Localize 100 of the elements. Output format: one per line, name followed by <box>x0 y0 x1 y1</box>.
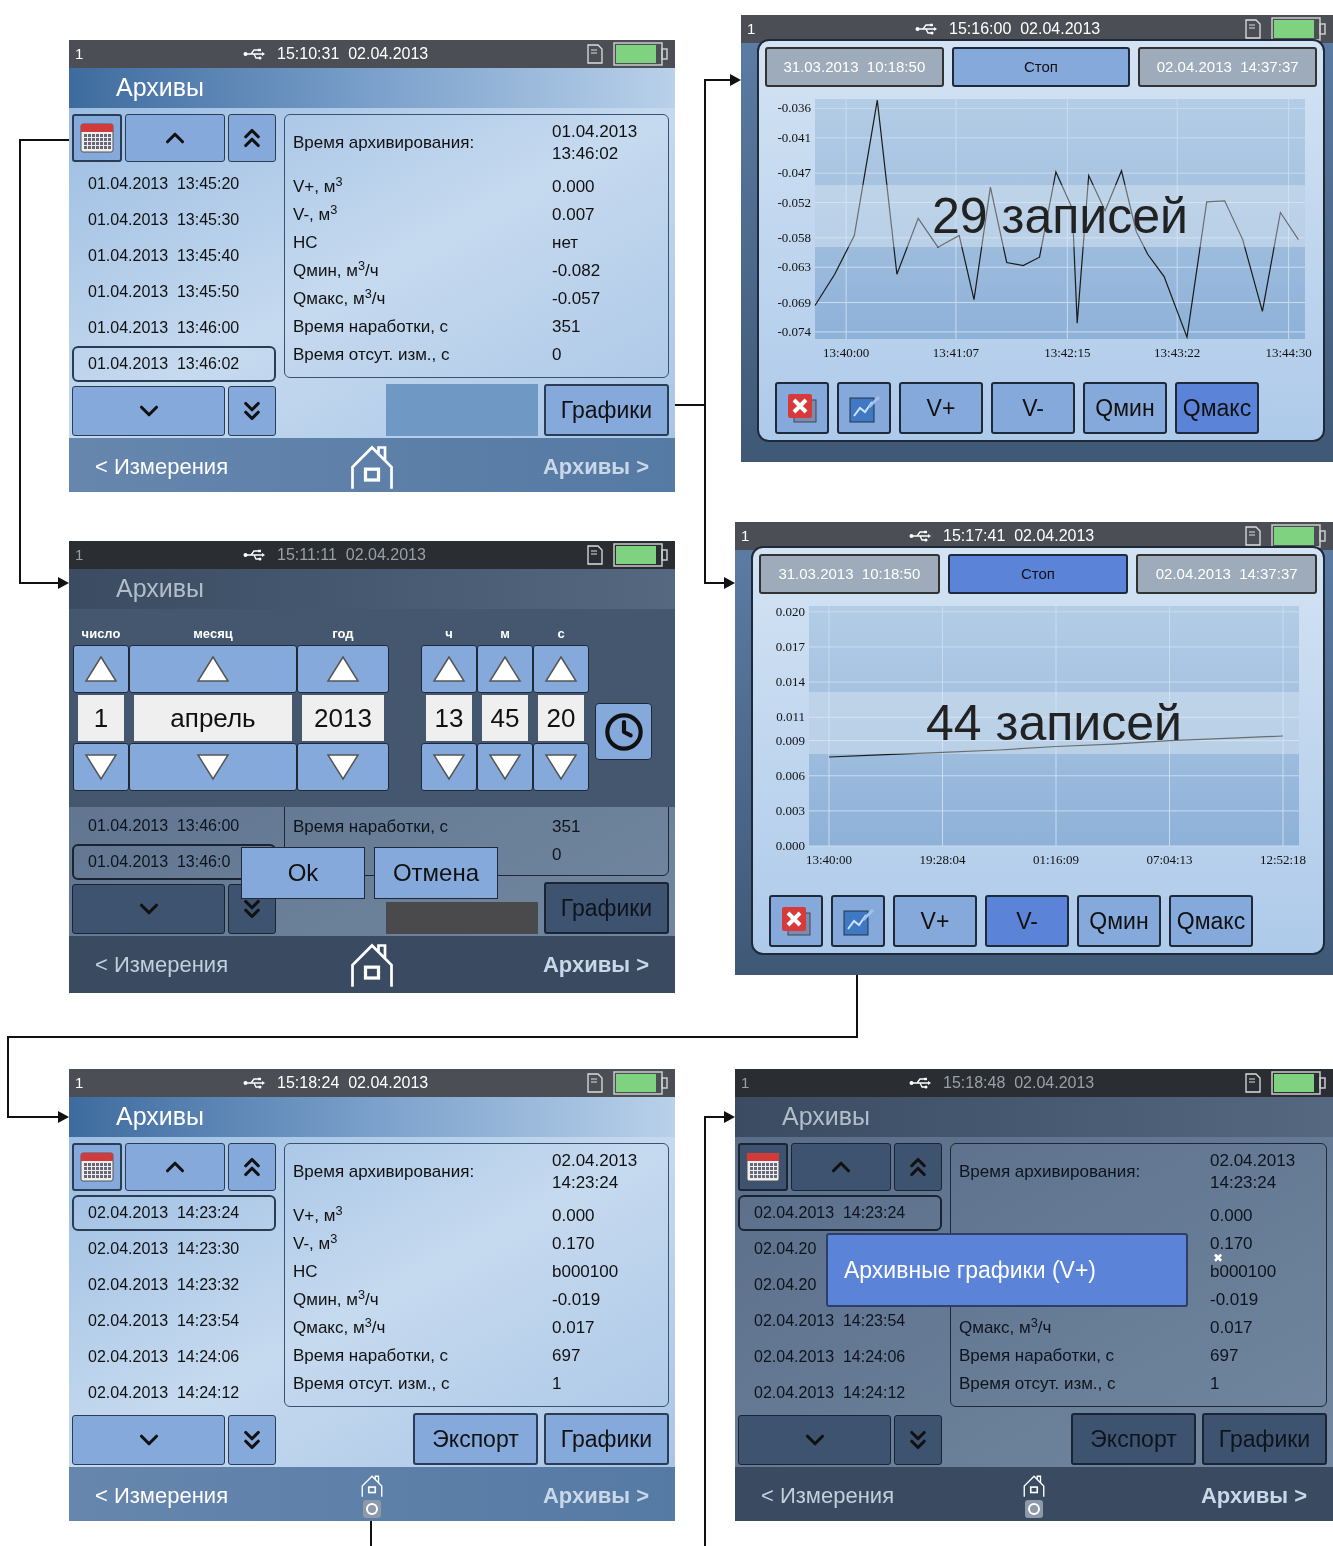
record-row[interactable]: 01.04.2013 13:45:30 <box>72 202 246 238</box>
scroll-down-button[interactable] <box>72 386 225 436</box>
value-field[interactable]: 1 <box>78 695 124 741</box>
back-link[interactable]: < Измерения <box>761 1479 943 1512</box>
record-row[interactable]: 02.04.2013 14:23:24 <box>72 1195 276 1231</box>
scroll-up-button[interactable] <box>125 1143 225 1191</box>
record-row[interactable]: 02.04.2013 14:24:12 <box>738 1375 912 1411</box>
series-button[interactable]: V+ <box>893 895 977 947</box>
series-button[interactable]: V- <box>991 382 1075 434</box>
decrement-button[interactable] <box>533 743 589 791</box>
back-link[interactable]: < Измерения <box>95 948 280 981</box>
axis-tick-label: 13:40:00 <box>823 345 870 360</box>
battery-icon <box>613 42 669 66</box>
action-button[interactable]: Графики <box>544 384 669 436</box>
screen-title: Архивы <box>116 573 204 605</box>
back-link[interactable]: < Измерения <box>95 450 280 483</box>
record-row[interactable]: 01.04.2013 13:46:00 <box>72 310 246 346</box>
edit-button[interactable] <box>831 895 885 947</box>
page-down-button[interactable] <box>228 386 276 436</box>
increment-button[interactable] <box>297 645 389 693</box>
page-down-button[interactable] <box>228 1415 276 1465</box>
calendar-button[interactable] <box>72 114 122 162</box>
value-field[interactable]: 2013 <box>302 695 384 741</box>
channel-number: 1 <box>75 544 85 565</box>
battery-icon <box>1271 1071 1327 1095</box>
record-row[interactable]: 02.04.2013 14:23:24 <box>738 1195 942 1231</box>
record-row[interactable]: 01.04.2013 13:45:40 <box>72 238 246 274</box>
decrement-button[interactable] <box>129 743 297 791</box>
detail-label: V-, м$^{3}$ <box>293 1234 338 1254</box>
memory-card-icon <box>587 545 603 565</box>
usb-icon <box>243 48 265 60</box>
record-row[interactable]: 02.04.2013 14:23:54 <box>72 1303 246 1339</box>
record-row[interactable]: 01.04.2013 13:45:50 <box>72 274 246 310</box>
record-row[interactable]: 02.04.2013 14:24:06 <box>72 1339 246 1375</box>
increment-button[interactable] <box>477 645 533 693</box>
battery-icon <box>613 543 669 567</box>
detail-value: b000100 <box>1210 1262 1278 1284</box>
record-row[interactable]: 01.04.2013 13:46:00 <box>72 808 246 844</box>
detail-value: 0.000 <box>1210 1205 1254 1228</box>
scroll-down-button[interactable] <box>72 1415 225 1465</box>
detail-label: Qмакс, м$^{3}$/ч <box>293 289 386 309</box>
action-button[interactable]: Экспорт <box>413 1413 538 1465</box>
decrement-button[interactable] <box>297 743 389 791</box>
increment-button[interactable] <box>129 645 297 693</box>
detail-value: нет <box>552 232 580 255</box>
value-field[interactable]: 20 <box>538 695 584 741</box>
field-label: м <box>499 625 511 643</box>
stop-button[interactable]: Стоп <box>951 47 1131 87</box>
memory-card-icon <box>587 44 603 64</box>
record-row[interactable]: 01.04.2013 13:46:02 <box>72 346 276 382</box>
clock-text: 15:11:11 02.04.2013 <box>277 545 426 565</box>
series-button[interactable]: Qмин <box>1077 895 1161 947</box>
triangle-up-icon <box>432 655 466 683</box>
action-button[interactable]: Графики <box>544 1413 669 1465</box>
triangle-down-icon <box>432 753 466 781</box>
triangle-up-icon <box>196 655 230 683</box>
screen-title: Архивы <box>116 72 204 104</box>
delete-button[interactable] <box>775 382 829 434</box>
record-row[interactable]: 02.04.2013 14:23:30 <box>72 1231 246 1267</box>
record-row[interactable]: 02.04.2013 14:24:06 <box>738 1339 912 1375</box>
dialog-button[interactable]: Отмена <box>374 847 498 899</box>
decrement-button[interactable] <box>73 743 129 791</box>
detail-value: 0.170 <box>552 1233 596 1256</box>
record-row[interactable]: 02.04.20 <box>738 1231 823 1267</box>
record-row[interactable]: 02.04.2013 14:24:12 <box>72 1375 246 1411</box>
page-up-button[interactable] <box>228 114 276 162</box>
delete-button[interactable] <box>769 895 823 947</box>
decrement-button[interactable] <box>421 743 477 791</box>
field-label: год <box>331 625 355 643</box>
clock-button[interactable] <box>595 703 652 760</box>
close-button[interactable]: ✖ <box>1213 1252 1223 1264</box>
edit-button[interactable] <box>837 382 891 434</box>
value-field[interactable]: 45 <box>482 695 528 741</box>
page-up-button[interactable] <box>228 1143 276 1191</box>
decrement-button[interactable] <box>477 743 533 791</box>
channel-number: 1 <box>75 43 85 64</box>
axis-tick-label: 07:04:13 <box>1146 852 1193 867</box>
increment-button[interactable] <box>533 645 589 693</box>
increment-button[interactable] <box>421 645 477 693</box>
dialog-button[interactable]: Ok <box>241 847 365 899</box>
scroll-up-button[interactable] <box>125 114 225 162</box>
delete-icon <box>780 905 812 937</box>
series-button[interactable]: Qмакс <box>1169 895 1253 947</box>
detail-value: 697 <box>552 1345 582 1368</box>
record-row[interactable]: 01.04.2013 13:45:20 <box>72 166 246 202</box>
increment-button[interactable] <box>73 645 129 693</box>
record-row[interactable]: 02.04.20 <box>738 1267 823 1303</box>
series-button[interactable]: Qмакс <box>1175 382 1259 434</box>
axis-tick-label: -0.041 <box>777 129 811 145</box>
record-row[interactable]: 02.04.2013 14:23:32 <box>72 1267 246 1303</box>
value-field[interactable]: апрель <box>134 695 292 741</box>
clock-text: 15:17:41 02.04.2013 <box>943 526 1095 546</box>
back-link[interactable]: < Измерения <box>95 1479 280 1512</box>
calendar-button[interactable] <box>738 1143 788 1191</box>
series-button[interactable]: V+ <box>899 382 983 434</box>
calendar-button[interactable] <box>72 1143 122 1191</box>
stop-button[interactable]: Стоп <box>947 554 1129 594</box>
series-button[interactable]: V- <box>985 895 1069 947</box>
series-button[interactable]: Qмин <box>1083 382 1167 434</box>
value-field[interactable]: 13 <box>426 695 472 741</box>
